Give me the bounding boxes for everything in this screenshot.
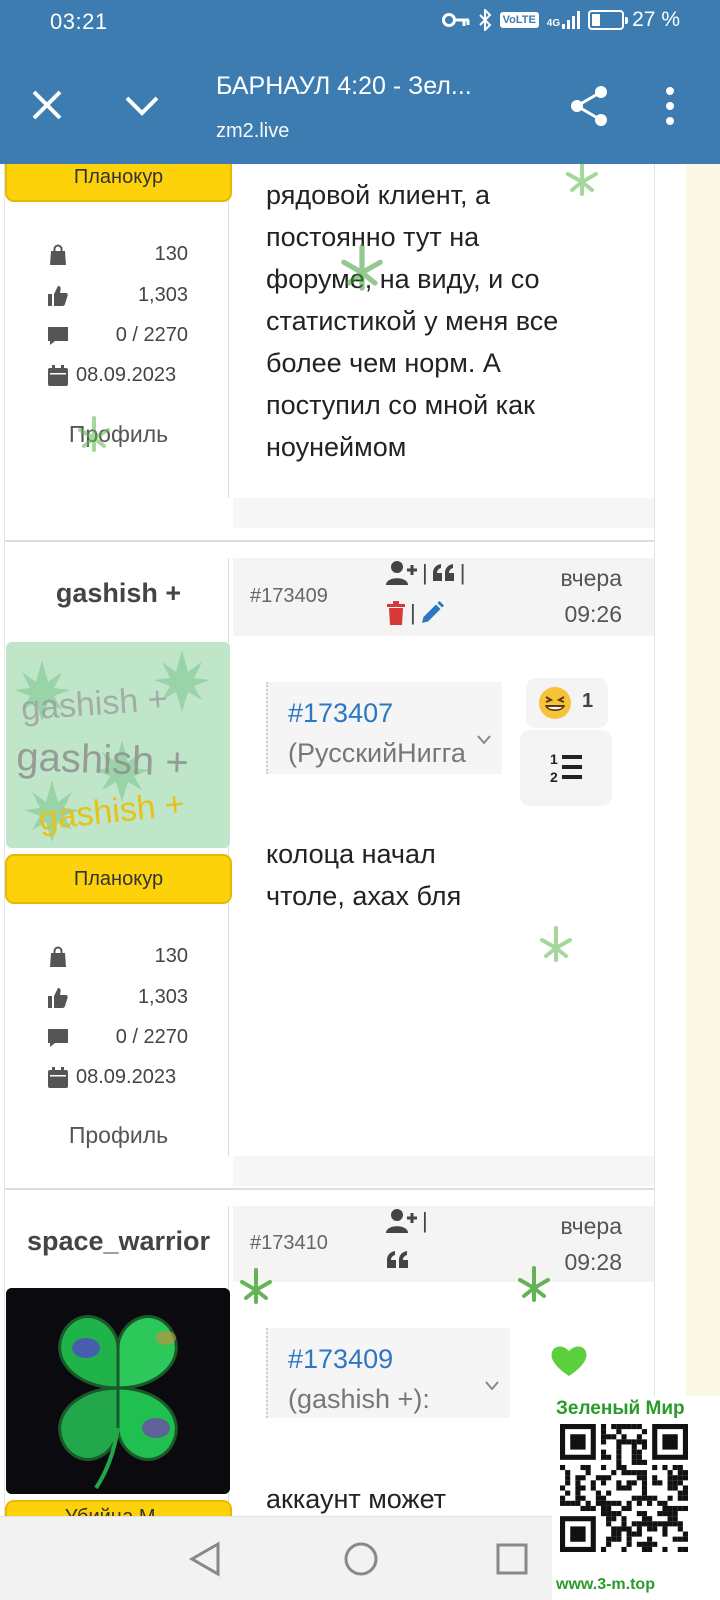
profile-link[interactable]: Профиль: [5, 1122, 232, 1149]
quote-ref-link[interactable]: #173409: [288, 1344, 393, 1375]
add-user-icon[interactable]: [386, 560, 418, 586]
stat-joined: 08.09.2023: [46, 361, 188, 391]
home-icon[interactable]: [343, 1541, 379, 1577]
key-icon: [441, 13, 470, 27]
leaf-decoration-icon: [518, 1266, 550, 1302]
leaf-decoration-icon: [240, 1268, 272, 1304]
quote-author: (gashish +):: [288, 1384, 430, 1414]
reaction-chip[interactable]: 1: [526, 678, 608, 728]
numbered-list-button[interactable]: 1 2: [520, 730, 612, 806]
stat-messages: 0 / 2270: [46, 1023, 188, 1053]
username[interactable]: space_warrior: [5, 1226, 232, 1257]
comment-icon: [48, 1029, 68, 1047]
delete-icon[interactable]: [386, 601, 406, 625]
post-actions-row2: [386, 1250, 410, 1270]
numbered-list-icon: 1 2: [550, 751, 582, 784]
quote-author: (РусскийНигга: [288, 738, 466, 768]
post-actions-row1: |: [386, 1208, 428, 1234]
heart-icon[interactable]: [550, 1344, 588, 1378]
battery-percent: 27 %: [632, 8, 680, 31]
username[interactable]: gashish +: [5, 578, 232, 609]
close-icon[interactable]: [30, 88, 64, 122]
status-time: 03:21: [50, 9, 108, 34]
rank-badge: Планокур: [5, 854, 232, 904]
battery-icon: [588, 10, 629, 30]
quote-block[interactable]: #173409 (gashish +):: [266, 1328, 510, 1418]
stat-messages: 0 / 2270: [46, 321, 188, 351]
thumbs-up-icon: [48, 286, 68, 306]
qr-code-image: [560, 1424, 688, 1552]
clover-avatar-image: [6, 1288, 230, 1494]
bluetooth-icon: [478, 9, 491, 31]
shopping-bag-icon: [50, 946, 66, 967]
content-border-right: [654, 164, 655, 1516]
rank-badge: Убийца М...: [5, 1500, 232, 1516]
post-id[interactable]: #173410: [250, 1232, 328, 1255]
qr-brand: Зеленый Мир: [556, 1398, 685, 1419]
post-footer: [233, 1156, 654, 1186]
quote-icon[interactable]: [386, 1250, 410, 1270]
page-side-strip: [686, 164, 720, 1516]
stat-joined: 08.09.2023: [46, 1063, 188, 1093]
svg-text:1: 1: [550, 751, 558, 767]
leaf-decoration-icon: [78, 416, 110, 452]
chevron-down-icon[interactable]: [476, 734, 492, 746]
quote-icon[interactable]: [432, 563, 456, 583]
stat-orders: 130: [46, 942, 188, 972]
avatar[interactable]: [6, 1288, 230, 1494]
recents-icon[interactable]: [495, 1542, 529, 1576]
avatar-image: gashish + gashish + gashish +: [6, 642, 230, 848]
quote-block[interactable]: #173407 (РусскийНигга: [266, 682, 502, 774]
post-message: колоца начал чтоле, ахах бля: [266, 839, 462, 911]
quote-ref-link[interactable]: #173407: [288, 698, 393, 729]
shopping-bag-icon: [50, 244, 66, 265]
post-id[interactable]: #173409: [250, 585, 328, 608]
battery-fill: [592, 14, 601, 26]
share-icon[interactable]: [568, 84, 610, 128]
page-title: БАРНАУЛ 4:20 - Зел...: [216, 72, 472, 100]
post-actions-row1: | |: [386, 560, 465, 586]
content-border-left: [4, 164, 5, 1516]
profile-link[interactable]: Профиль: [5, 421, 232, 448]
leaf-decoration-icon: [540, 926, 572, 962]
edit-icon[interactable]: [420, 601, 444, 625]
post-message: аккаунт может: [266, 1484, 447, 1514]
chevron-down-icon[interactable]: [124, 92, 160, 120]
post-message: рядовой клиент, а постоянно тут на форум…: [266, 180, 559, 462]
thumbs-up-icon: [48, 988, 68, 1008]
post-divider: [5, 1188, 654, 1190]
calendar-icon: [48, 1067, 68, 1088]
volte-badge: VoLTE: [499, 12, 539, 28]
post-time: вчера 09:26: [560, 565, 622, 627]
status-bar: 03:21 VoLTE 4G 27 %: [0, 0, 720, 44]
stat-likes: 1,303: [46, 281, 188, 311]
status-icons: VoLTE 4G 27 %: [441, 8, 680, 32]
avatar[interactable]: gashish + gashish + gashish +: [6, 642, 230, 848]
leaf-decoration-icon: [566, 160, 598, 196]
reaction-count: 1: [582, 690, 594, 712]
leaf-decoration-icon: [341, 244, 383, 291]
more-options-icon[interactable]: [664, 86, 676, 126]
signal-icon: 4G: [547, 11, 581, 29]
stat-likes: 1,303: [46, 983, 188, 1013]
calendar-icon: [48, 365, 68, 386]
svg-text:2: 2: [550, 769, 558, 784]
post-actions-row2: |: [386, 600, 444, 626]
qr-watermark: Зеленый Мир www.3-m.top: [552, 1396, 720, 1600]
qr-url: www.3-m.top: [556, 1576, 655, 1593]
post-divider: [5, 540, 654, 542]
avatar-text-2: gashish +: [16, 735, 190, 785]
stat-orders: 130: [46, 240, 188, 270]
add-user-icon[interactable]: [386, 1208, 418, 1234]
browser-header: 03:21 VoLTE 4G 27 % БАРНАУЛ 4:20 - Зел..…: [0, 0, 720, 164]
comment-icon: [48, 327, 68, 345]
page-url: zm2.live: [216, 120, 290, 142]
post-footer: [233, 498, 654, 528]
chevron-down-icon[interactable]: [484, 1380, 500, 1392]
laughing-emoji-icon: [539, 687, 571, 719]
back-icon[interactable]: [188, 1541, 222, 1577]
